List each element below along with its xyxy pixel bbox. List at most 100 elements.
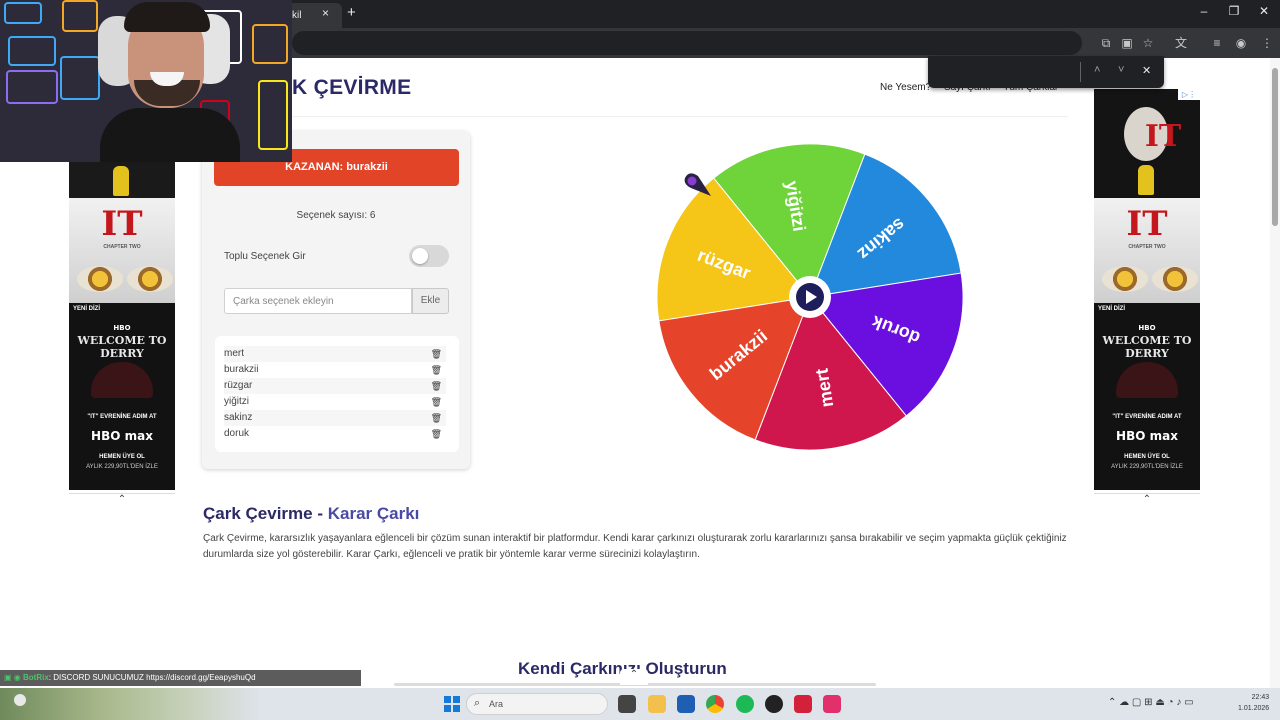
ad-chapter-text: CHAPTER TWO [103,244,141,250]
install-icon[interactable]: ⧉ [1097,34,1115,52]
option-label: doruk [224,428,250,439]
section-title: Çark Çevirme - Karar Çarkı [203,504,419,524]
app-icon[interactable] [823,695,841,713]
taskbar-search[interactable]: ⌕ Ara [466,693,608,715]
chat-badge-icon: ▣ ◉ [4,673,21,682]
section-title-main: Çark Çevirme - [203,504,328,523]
option-label: burakzii [224,364,259,375]
site-title[interactable]: K ÇEVİRME [292,76,411,100]
ad-new-series: YENİ DİZİ [73,306,101,312]
find-close-button[interactable]: ✕ [1142,64,1151,77]
clown-eye-icon [77,266,123,292]
neon-sign [8,36,56,66]
media-icon[interactable]: ≡ [1208,34,1226,52]
option-label: mert [224,348,244,359]
ad-collapse-icon[interactable]: ⌃ [1094,493,1200,505]
trash-icon[interactable]: 🗑 [431,346,442,362]
find-bar: ˄ ˅ ✕ [928,56,1164,88]
bookmark-star-icon[interactable]: ☆ [1139,34,1157,52]
task-view-icon[interactable] [618,695,636,713]
system-tray[interactable]: ⌃ ☁ ▢ ⊞ ⏏ ◔ ♪ ▭ [1108,697,1194,708]
option-input[interactable] [224,288,412,314]
address-bar[interactable] [292,31,1082,55]
weather-icon[interactable] [14,694,26,706]
ad-collapse-icon[interactable]: ⌃ [69,493,175,505]
trash-icon[interactable]: 🗑 [431,378,442,394]
option-row: doruk 🗑 [224,426,446,442]
ad-price-text: AYLIK 229,90TL'DEN İZLE [1111,464,1183,470]
trash-icon[interactable]: 🗑 [431,362,442,378]
neon-sign [4,2,42,24]
trash-icon[interactable]: 🗑 [431,426,442,442]
maximize-button[interactable]: ❐ [1222,4,1246,18]
minimize-button[interactable]: – [1192,4,1216,18]
scroll-up-icon[interactable]: ⌃ [620,669,648,685]
search-icon: ⌕ [474,697,481,709]
find-prev-button[interactable]: ˄ [1094,64,1100,76]
option-label: rüzgar [224,380,253,391]
ad-raincoat-image [69,162,175,198]
ad-welcome-title: WELCOME TO DERRY [1102,334,1192,360]
toggle-knob [412,248,428,264]
clown-eye-icon [127,266,173,292]
option-row: sakinz 🗑 [224,410,446,426]
ad-clown-image: IT CHAPTER TWO [69,198,175,303]
webcam-overlay [0,0,292,162]
chrome-icon[interactable] [706,695,724,713]
hair [124,2,210,32]
trash-icon[interactable]: 🗑 [431,410,442,426]
spotify-icon[interactable] [736,695,754,713]
option-label: yiğitzi [224,396,250,407]
new-tab-button[interactable]: + [347,4,356,21]
ad-promo-text: "IT" EVRENİNE ADIM AT [87,414,157,420]
option-row: burakzii 🗑 [224,362,446,378]
ad-hbo-small: HBO [1138,324,1156,332]
start-icon[interactable] [444,696,460,712]
ad-choices-icon[interactable]: ▷⋮ [1178,89,1200,100]
left-ad[interactable]: IT CHAPTER TWO YENİ DİZİ HBO WELCOME TO … [69,162,175,490]
option-count: Seçenek sayısı: 6 [296,210,376,221]
add-option-button[interactable]: Ekle [412,288,449,314]
neon-sign [62,0,98,32]
file-explorer-icon[interactable] [648,695,666,713]
neon-sign [258,80,288,150]
app-icon[interactable] [794,695,812,713]
ad-cta-text: HEMEN ÜYE OL [1124,454,1170,460]
taskbar-background-photo [0,688,260,720]
neon-sign [252,24,288,64]
ad-house-image [91,362,153,398]
reader-icon[interactable]: ▣ [1118,34,1136,52]
ad-house-image [1116,362,1178,398]
close-window-button[interactable]: ✕ [1252,4,1276,18]
trash-icon[interactable]: 🗑 [431,394,442,410]
obs-icon[interactable] [765,695,783,713]
ad-new-series: YENİ DİZİ [1098,306,1126,312]
section-paragraph: Çark Çevirme, kararsızlık yaşayanlara eğ… [203,533,1067,560]
option-label: sakinz [224,412,253,423]
taskbar-clock[interactable]: 22:43 1.01.2026 [1238,692,1269,714]
store-icon[interactable] [677,695,695,713]
header-divider [292,116,1068,117]
find-next-button[interactable]: ˅ [1118,64,1124,76]
section-title-accent: Karar Çarkı [327,504,420,523]
translate-icon[interactable]: 文 [1172,34,1190,52]
bulk-input-toggle[interactable] [409,245,449,267]
ad-it-title: IT [1144,119,1182,154]
ad-clown-image: IT [1094,89,1200,197]
right-ad[interactable]: IT IT CHAPTER TWO YENİ DİZİ HBO WELCOME … [1094,89,1200,490]
shirt [100,108,240,162]
clock-time: 22:43 [1251,694,1270,701]
wheel-pointer-icon [684,173,711,196]
ad-cta-text: HEMEN ÜYE OL [99,454,145,460]
find-separator [1080,62,1081,82]
menu-icon[interactable]: ⋮ [1258,34,1276,52]
scrollbar-thumb[interactable] [1272,68,1278,226]
profile-icon[interactable]: ◉ [1232,34,1250,52]
search-placeholder: Ara [489,699,504,709]
ad-promo-text: "IT" EVRENİNE ADIM AT [1112,414,1182,420]
ad-welcome-title: WELCOME TO DERRY [77,334,167,360]
page-scrollbar[interactable] [1270,58,1280,688]
tab-close-button[interactable]: × [322,6,329,20]
windows-taskbar: ⌕ Ara ⌃ ☁ ▢ ⊞ ⏏ ◔ ♪ ▭ 22:43 1.01.2026 [0,688,1280,720]
nav-link-ne-yesem[interactable]: Ne Yesem? [880,82,931,93]
